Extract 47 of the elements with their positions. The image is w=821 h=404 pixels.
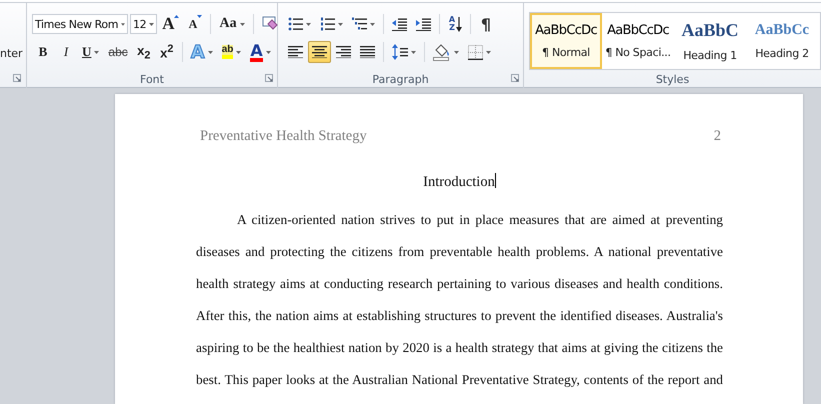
- subscript-button[interactable]: x$_{2}$: [132, 41, 155, 63]
- shrink-font-button[interactable]: A: [184, 13, 206, 35]
- down-arrow-icon: [197, 15, 202, 18]
- dialog-launcher-icon[interactable]: [265, 74, 273, 82]
- align-right-icon: [336, 46, 351, 58]
- down-arrow-icon: [456, 16, 462, 32]
- strikethrough-button[interactable]: abc: [104, 41, 132, 63]
- eraser-icon: [262, 16, 278, 32]
- underline-button[interactable]: U: [78, 41, 104, 63]
- dialog-launcher-icon[interactable]: [13, 74, 21, 82]
- show-marks-button[interactable]: ¶: [475, 13, 497, 35]
- align-left-icon: [288, 46, 303, 58]
- highlight-button[interactable]: ab: [218, 41, 246, 63]
- bullet-list-icon: [288, 17, 303, 31]
- dialog-launcher-icon[interactable]: [511, 74, 519, 82]
- header-title: Preventative Health Strategy: [200, 128, 367, 145]
- superscript-button[interactable]: x$^{2}$: [156, 41, 178, 63]
- caret-icon: [121, 22, 125, 26]
- heading: Introduction: [423, 174, 495, 190]
- page-number: 2: [714, 128, 721, 145]
- font-name-field[interactable]: Times New Rom: [32, 14, 128, 34]
- group-label: Font: [140, 72, 164, 86]
- up-arrow-icon: [174, 15, 180, 18]
- align-center-icon: [312, 46, 327, 58]
- line-spacing-icon: [392, 44, 408, 60]
- caret-icon: [149, 22, 154, 26]
- group-label: Paragraph: [372, 72, 429, 86]
- justify-icon: [360, 46, 375, 58]
- clipboard-label[interactable]: nter: [0, 47, 26, 60]
- font-color-button[interactable]: A: [246, 41, 275, 63]
- decrease-indent-icon: [392, 18, 407, 30]
- text-cursor: [494, 173, 496, 188]
- sort-button[interactable]: AZ: [444, 13, 466, 35]
- style-tile[interactable]: AaBbCcDc ¶ Normal: [530, 13, 602, 70]
- center-button[interactable]: [308, 41, 331, 63]
- borders-icon: [468, 44, 483, 60]
- change-case-button[interactable]: Aa: [215, 13, 249, 35]
- font-size-field[interactable]: 12: [130, 14, 158, 34]
- numbered-list-icon: [320, 17, 335, 31]
- italic-button[interactable]: I: [55, 41, 77, 63]
- multilevel-list-icon: [352, 17, 367, 31]
- body-paragraph: A citizen-oriented nation strives to put in place measures that are aimed at preventing diseases and protecting the citizens from preventable health problems. A national preventative health strategy aims at conducting research pertaining to various diseases and health conditions. After this, the nation aims at establishing structures to prevent the identified diseases. Australia's aspiring to be the healthiest nation by 2020 is a health strategy that aims at giving the citizens the best. This paper looks at the Australian National Preventative Strategy, contents of the report and: [196, 211, 723, 389]
- group-label: Styles: [656, 72, 690, 86]
- paint-bucket-icon: [433, 44, 451, 60]
- grow-font-button[interactable]: A: [158, 13, 184, 35]
- bold-button[interactable]: B: [32, 41, 54, 63]
- increase-indent-icon: [416, 18, 431, 30]
